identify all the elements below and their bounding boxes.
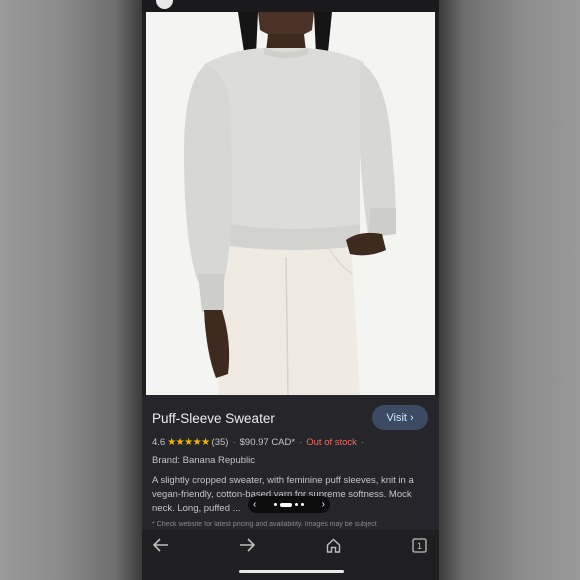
home-button[interactable]	[318, 532, 348, 558]
home-indicator[interactable]	[239, 570, 344, 573]
pager-prev-icon[interactable]: ‹	[253, 499, 256, 510]
tabs-button[interactable]: 1	[404, 532, 434, 558]
pricing-footnote: * Check website for latest pricing and a…	[152, 521, 377, 528]
star-rating-icon: ★★★★★	[167, 437, 210, 448]
pager-dot-active[interactable]	[280, 502, 292, 507]
arrow-right-icon	[240, 538, 255, 552]
chevron-right-icon: ›	[409, 411, 414, 424]
separator-dot: ·	[232, 437, 236, 448]
separator-dot: ·	[360, 437, 365, 448]
pager-dot[interactable]	[274, 503, 277, 506]
brand-label: Brand: Banana Republic	[152, 455, 255, 466]
pager-dot[interactable]	[295, 503, 298, 506]
arrow-left-icon	[153, 538, 168, 552]
home-icon	[326, 538, 340, 553]
visit-label: Visit	[386, 411, 407, 424]
pager-dots	[274, 502, 304, 507]
product-image[interactable]	[146, 12, 435, 395]
rating-value: 4.6	[152, 437, 166, 448]
rating-row: 4.6 ★★★★★ (35) · $90.97 CAD* · Out of st…	[152, 437, 368, 448]
bottom-nav: 1	[142, 530, 439, 580]
visit-button[interactable]: Visit ›	[372, 405, 428, 430]
image-pager: ‹ ›	[248, 496, 330, 513]
back-button[interactable]	[146, 532, 176, 558]
pager-next-icon[interactable]: ›	[322, 499, 325, 510]
product-title[interactable]: Puff-Sleeve Sweater	[152, 411, 275, 426]
tabs-icon: 1	[411, 537, 427, 553]
product-panel: Puff-Sleeve Sweater Visit › 4.6 ★★★★★ (3…	[142, 395, 439, 530]
pager-dot[interactable]	[301, 503, 304, 506]
top-bar	[142, 0, 439, 12]
avatar[interactable]	[156, 0, 173, 9]
stock-status: Out of stock	[306, 437, 357, 448]
separator-dot: ·	[299, 437, 303, 448]
price: $90.97 CAD*	[239, 437, 296, 448]
tab-count: 1	[416, 541, 421, 551]
review-count[interactable]: (35)	[212, 437, 229, 448]
phone-screen: Puff-Sleeve Sweater Visit › 4.6 ★★★★★ (3…	[142, 0, 439, 580]
forward-button[interactable]	[232, 532, 262, 558]
